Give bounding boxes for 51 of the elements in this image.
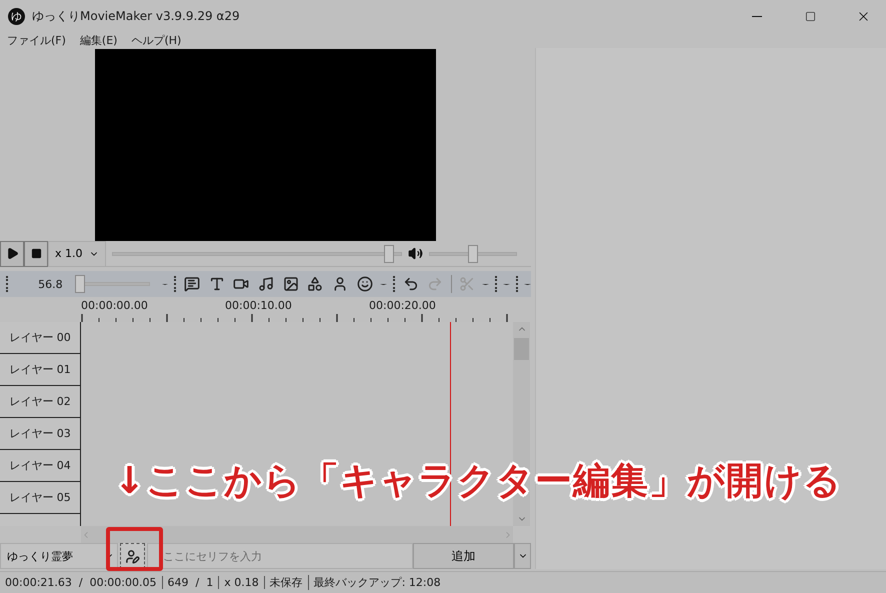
redo-icon <box>427 276 444 292</box>
menu-item[interactable]: 編集(E) <box>80 32 118 48</box>
menu-item[interactable]: ファイル(F) <box>7 32 66 48</box>
stop-button[interactable] <box>24 240 48 266</box>
toolbar-grip[interactable] <box>174 276 176 292</box>
status-item: x 0.18 <box>219 576 265 589</box>
highlight-frame <box>106 527 163 571</box>
maximize-icon <box>804 10 816 22</box>
music-note-icon <box>258 276 274 292</box>
character-edit-button[interactable] <box>120 543 145 569</box>
undo-icon <box>402 276 418 292</box>
status-item: 最終バックアップ: 12:08 <box>312 575 442 590</box>
toolbar-grip[interactable] <box>393 276 396 292</box>
dialogue-input-field[interactable]: ここにセリフを入力 <box>147 543 413 569</box>
smiley-button[interactable] <box>355 274 374 294</box>
speed-dropdown[interactable]: x 1.0 <box>48 240 106 266</box>
toolbar-grip[interactable] <box>495 276 498 292</box>
image-icon <box>282 276 299 292</box>
zoom-slider-thumb[interactable] <box>74 275 85 293</box>
seek-slider[interactable] <box>112 244 402 262</box>
toolbar-grip[interactable] <box>516 276 518 292</box>
seek-slider-thumb[interactable] <box>384 244 394 262</box>
ruler-time-label: 00:00:10.00 <box>225 299 292 312</box>
play-button[interactable] <box>0 240 24 266</box>
status-item: 未保存 <box>264 575 309 590</box>
person-icon <box>332 276 348 292</box>
add-button[interactable]: 追加 <box>413 543 514 569</box>
status-item: 00:00:21.63 / 00:00:00.05 <box>0 576 162 589</box>
status-item: 649 / 1 <box>162 576 220 589</box>
shapes-icon <box>307 276 324 292</box>
text-icon <box>208 276 225 292</box>
annotation-text: ↓ここから「キャラクター編集」が開ける <box>114 458 842 504</box>
speaker-icon <box>408 246 423 261</box>
menu-item[interactable]: ヘルプ(H) <box>131 32 182 48</box>
volume-slider-thumb[interactable] <box>468 244 478 262</box>
ruler-time-label: 00:00:00.00 <box>81 299 148 312</box>
app-icon: ゆ <box>8 8 25 24</box>
scissors-icon <box>458 276 475 292</box>
smiley-icon <box>356 276 373 292</box>
zoom-value: 56.8 <box>37 278 63 290</box>
zoom-slider[interactable] <box>74 275 150 293</box>
ruler-time-label: 00:00:20.00 <box>369 299 436 312</box>
play-icon <box>6 247 18 260</box>
scrollbar-thumb[interactable] <box>514 338 529 360</box>
playhead-line[interactable] <box>450 322 451 526</box>
stop-icon <box>30 248 42 259</box>
person-pen-icon <box>125 548 140 564</box>
volume-slider[interactable] <box>429 244 517 262</box>
speech-bubble-icon <box>184 276 200 292</box>
character-dropdown[interactable]: ゆっくり霊夢 <box>0 543 118 569</box>
window-title: ゆっくりMovieMaker v3.9.9.29 α29 <box>32 8 241 24</box>
